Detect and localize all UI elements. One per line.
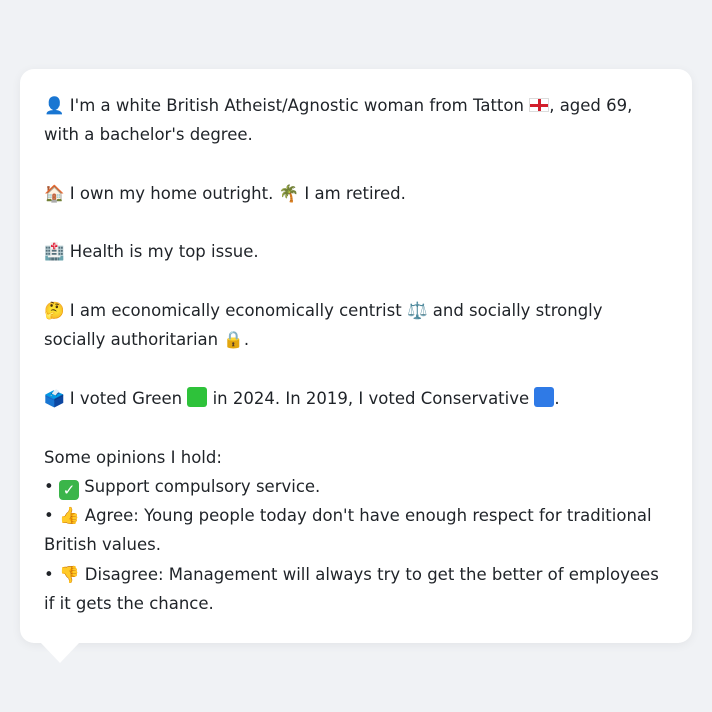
bullet: • bbox=[44, 476, 54, 496]
politics-text-end: . bbox=[243, 330, 250, 350]
chat-canvas: 👤 I'm a white British Atheist/Agnostic w… bbox=[0, 0, 712, 712]
vote-paragraph: 🗳️ I voted Green in 2024. In 2019, I vot… bbox=[44, 384, 668, 413]
thinking-face-icon: 🤔 bbox=[44, 301, 65, 321]
opinion-item: • 👍 Agree: Young people today don't have… bbox=[44, 501, 668, 560]
health-text: Health is my top issue. bbox=[69, 242, 259, 262]
intro-paragraph: 👤 I'm a white British Atheist/Agnostic w… bbox=[44, 91, 668, 150]
vote-text: I voted Green bbox=[69, 388, 183, 408]
check-mark-icon: ✓ bbox=[58, 479, 79, 500]
health-paragraph: 🏥 Health is my top issue. bbox=[44, 237, 668, 266]
person-icon: 👤 bbox=[44, 96, 65, 115]
politics-text: I am economically economically centrist bbox=[69, 301, 402, 321]
green-square-icon bbox=[187, 386, 208, 407]
intro-text: I'm a white British Atheist/Agnostic wom… bbox=[69, 96, 524, 115]
palm-tree-icon: 🌴 bbox=[278, 183, 300, 203]
balance-scale-icon: ⚖️ bbox=[406, 301, 428, 321]
thumbs-down-icon: 👎 bbox=[58, 564, 80, 584]
vote-text-2019: in 2024. In 2019, I voted Conservative bbox=[212, 388, 530, 408]
opinions-section: Some opinions I hold: • ✓ Support compul… bbox=[44, 443, 668, 619]
opinions-heading: Some opinions I hold: bbox=[44, 447, 222, 467]
vote-text-end: . bbox=[554, 388, 560, 408]
hospital-icon: 🏥 bbox=[44, 242, 65, 262]
england-flag-icon bbox=[529, 98, 550, 112]
opinion-text: Disagree: Management will always try to … bbox=[44, 564, 659, 614]
house-icon: 🏠 bbox=[44, 183, 65, 203]
lock-icon: 🔒 bbox=[223, 330, 244, 350]
ballot-box-icon: 🗳️ bbox=[44, 388, 65, 408]
politics-paragraph: 🤔 I am economically economically centris… bbox=[44, 296, 668, 355]
opinion-item: • ✓ Support compulsory service. bbox=[44, 472, 668, 501]
home-paragraph: 🏠 I own my home outright. 🌴 I am retired… bbox=[44, 179, 668, 208]
message-bubble: 👤 I'm a white British Atheist/Agnostic w… bbox=[20, 69, 692, 643]
bubble-tail bbox=[40, 642, 80, 663]
retired-text: I am retired. bbox=[304, 183, 406, 203]
opinion-text: Agree: Young people today don't have eno… bbox=[44, 506, 652, 555]
home-text: I own my home outright. bbox=[69, 183, 274, 203]
bullet: • bbox=[44, 564, 54, 584]
opinion-item: • 👎 Disagree: Management will always try… bbox=[44, 560, 668, 619]
thumbs-up-icon: 👍 bbox=[58, 506, 80, 526]
bullet: • bbox=[44, 506, 54, 526]
opinion-text: Support compulsory service. bbox=[84, 476, 321, 496]
blue-square-icon bbox=[534, 386, 555, 407]
